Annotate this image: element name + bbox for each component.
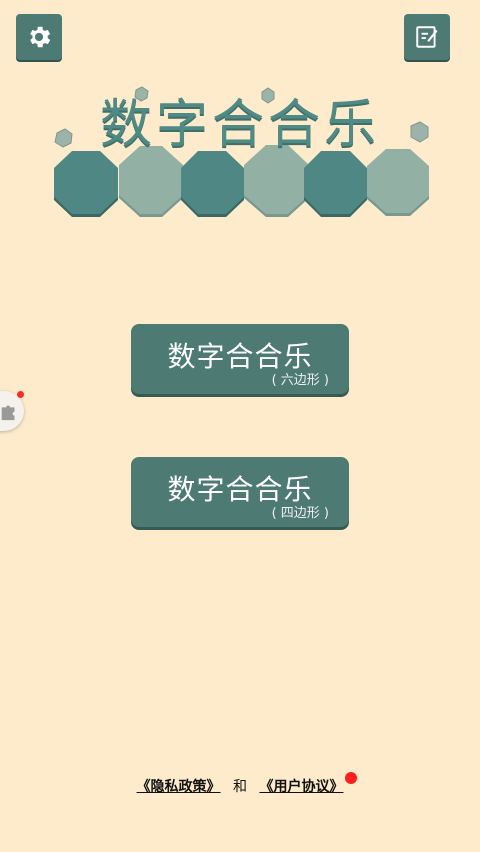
mode-subtitle: ( 四边形 ) (271, 506, 329, 521)
mode-hexagon-button[interactable]: 数字合合乐 ( 六边形 ) (131, 324, 349, 394)
privacy-policy-link[interactable]: 《隐私政策》 (137, 779, 221, 795)
user-agreement-link[interactable]: 《用户协议》 (259, 779, 343, 795)
footer-joiner: 和 (233, 779, 247, 795)
mode-square-button[interactable]: 数字合合乐 ( 四边形 ) (131, 457, 349, 527)
legal-footer: 《隐私政策》 和 《用户协议》 (0, 776, 480, 796)
notification-badge (17, 391, 24, 398)
notification-badge (345, 772, 357, 784)
puzzle-icon (1, 405, 15, 421)
logo-title: 数字合合乐 (99, 95, 380, 155)
game-logo: 数字合合乐 (0, 0, 480, 230)
mode-subtitle: ( 六边形 ) (271, 373, 329, 388)
